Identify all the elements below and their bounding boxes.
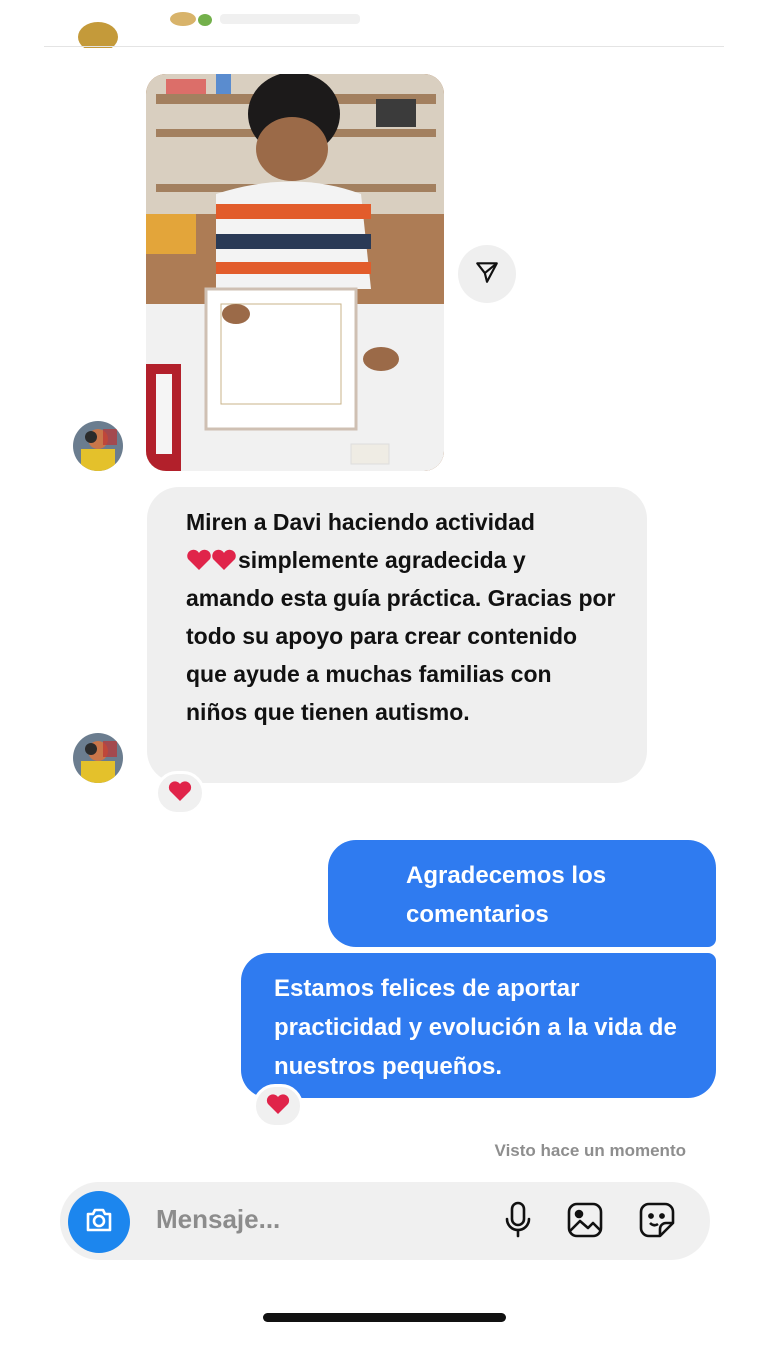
previous-emoji (170, 12, 196, 26)
incoming-line-2: simplemente agradecida y (238, 547, 526, 573)
message-input[interactable]: Mensaje... (156, 1204, 280, 1235)
microphone-button[interactable] (496, 1200, 540, 1244)
outgoing-message-text-2: Estamos felices de aportar practicidad y… (274, 975, 677, 1080)
incoming-message-bubble[interactable]: Miren a Davi haciendo actividad simpleme… (147, 487, 647, 783)
sticker-icon (638, 1201, 676, 1244)
divider (44, 46, 724, 47)
previous-emoji-2 (198, 14, 212, 26)
previous-message-remnant (0, 0, 768, 48)
shared-photo[interactable] (146, 74, 444, 471)
camera-button[interactable] (68, 1191, 130, 1253)
heart-icon (167, 780, 193, 807)
gallery-button[interactable] (563, 1200, 607, 1244)
red-hearts-emoji (186, 544, 238, 570)
heart-reaction[interactable] (155, 771, 205, 815)
heart-reaction-2[interactable] (253, 1084, 303, 1128)
share-button[interactable] (458, 245, 516, 303)
message-composer[interactable]: Mensaje... (60, 1182, 710, 1260)
seen-status: Visto hace un momento (494, 1141, 686, 1160)
previous-text (220, 14, 360, 24)
outgoing-message-bubble-1[interactable]: Agradecemos los comentarios (328, 840, 716, 947)
previous-avatar (78, 22, 118, 48)
sender-avatar[interactable] (73, 421, 123, 471)
incoming-rest: amando esta guía práctica. Gracias por t… (186, 585, 616, 725)
microphone-icon (503, 1200, 533, 1245)
image-gallery-icon (566, 1201, 604, 1244)
sender-avatar-2[interactable] (73, 733, 123, 783)
paper-plane-icon (474, 259, 500, 290)
outgoing-message-bubble-2[interactable]: Estamos felices de aportar practicidad y… (241, 953, 716, 1098)
incoming-line-1: Miren a Davi haciendo actividad (186, 509, 535, 535)
incoming-message-text: Miren a Davi haciendo actividad simpleme… (186, 503, 617, 731)
camera-icon (84, 1206, 114, 1239)
home-indicator[interactable] (263, 1313, 506, 1322)
heart-icon (265, 1093, 291, 1120)
outgoing-message-text-1: Agradecemos los comentarios (406, 862, 607, 928)
sticker-button[interactable] (635, 1200, 679, 1244)
